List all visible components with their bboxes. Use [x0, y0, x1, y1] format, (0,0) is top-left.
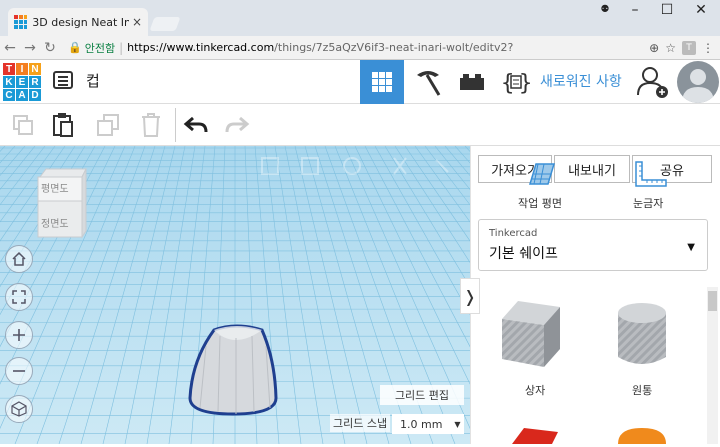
browser-tab[interactable]: 3D design Neat Inari-W × [8, 8, 148, 36]
whats-new-link[interactable]: 새로워진 사항 [540, 71, 622, 91]
edit-grid-button[interactable]: 그리드 편집 [380, 385, 464, 405]
profile-icon[interactable]: ⚉ [590, 4, 620, 15]
right-panel [470, 146, 720, 444]
duplicate-button[interactable] [95, 112, 121, 138]
copy-button[interactable] [10, 112, 36, 138]
zoom-icon[interactable]: ⊕ [649, 41, 659, 55]
tab-title: 3D design Neat Inari-W [32, 15, 129, 29]
design-title[interactable]: 컵 [86, 70, 100, 91]
ruler-label: 눈금자 [633, 197, 664, 210]
menu-dots-icon[interactable]: ⋮ [702, 41, 714, 55]
home-icon [12, 251, 26, 266]
logo-letter: E [16, 76, 28, 88]
lock-icon: 🔒 [68, 41, 82, 54]
back-icon[interactable]: ← [0, 40, 20, 56]
logo-letter: D [29, 89, 41, 101]
logo-letter: A [16, 89, 28, 101]
reload-icon[interactable]: ↻ [40, 40, 60, 56]
forward-icon[interactable]: → [20, 40, 40, 56]
logo-letter: K [3, 76, 15, 88]
plus-icon [13, 329, 25, 341]
shape-library-select[interactable]: Tinkercad 기본 쉐이프 ▼ [478, 219, 708, 271]
zoom-in-button[interactable] [5, 321, 33, 349]
toolbar-divider [175, 108, 176, 142]
logo-letter: I [16, 63, 28, 75]
secure-label: 안전함 [84, 41, 116, 55]
redo-button[interactable] [224, 112, 250, 138]
view-cube[interactable]: 평면도 정면도 [36, 165, 88, 239]
export-button[interactable]: 내보내기 [554, 155, 630, 183]
delete-button[interactable] [138, 112, 164, 138]
view-cube-front-label[interactable]: 정면도 [41, 215, 69, 230]
address-bar[interactable]: https://www.tinkercad.com/things/7z5aQzV… [127, 41, 649, 54]
shape-box[interactable] [498, 297, 564, 372]
ruler-tool-icon[interactable] [634, 158, 668, 191]
logo-letter: R [29, 76, 41, 88]
shape-cylinder[interactable] [612, 299, 672, 374]
fit-view-icon [12, 290, 26, 304]
perspective-button[interactable] [5, 395, 33, 423]
tinkercad-logo[interactable]: TIN KER CAD [3, 63, 41, 101]
extension-icon[interactable]: T [682, 40, 696, 55]
panel-scrollbar-thumb[interactable] [708, 291, 717, 311]
shape-cylinder-label: 원통 [632, 384, 653, 397]
logo-letter: T [3, 63, 15, 75]
url-host: https://www.tinkercad.com [127, 41, 275, 54]
maximize-button[interactable]: ☐ [652, 2, 682, 18]
minus-icon [13, 370, 25, 372]
workplane-tool-icon[interactable] [526, 160, 556, 191]
tab-close-icon[interactable]: × [132, 15, 142, 29]
tinkercad-favicon-icon [14, 15, 28, 29]
view-cube-top-label[interactable]: 평면도 [41, 180, 69, 195]
trash-icon [142, 113, 160, 137]
logo-letter: N [29, 63, 41, 75]
library-source: Tinkercad [489, 228, 538, 239]
undo-button[interactable] [183, 112, 209, 138]
shape-box-label: 상자 [525, 384, 546, 397]
caret-down-icon: ▼ [687, 242, 695, 253]
paste-button[interactable] [50, 112, 76, 138]
snap-grid-value: 1.0 mm [400, 417, 443, 431]
code-blocks-icon: { } [501, 71, 532, 96]
svg-text:{: { [501, 71, 514, 96]
bricks-button[interactable] [450, 60, 494, 104]
box-icon [502, 301, 560, 367]
collapse-panel-button[interactable]: ❭ [460, 278, 480, 314]
user-avatar-icon [682, 69, 714, 103]
chevron-right-icon: ❭ [463, 286, 477, 306]
url-path: /things/7z5aQzV6if3-neat-inari-wolt/edit… [274, 41, 514, 54]
build-pickaxe-button[interactable] [406, 60, 450, 104]
snap-grid-label: 그리드 스냅 [330, 414, 391, 432]
design-menu-icon[interactable] [53, 71, 73, 89]
clipboard-icon [53, 113, 73, 137]
bookmark-star-icon[interactable]: ☆ [665, 41, 676, 55]
copy-icon [13, 115, 33, 135]
minimize-button[interactable]: – [620, 2, 650, 18]
chevron-down-icon: ▼ [454, 419, 461, 429]
codeblocks-button[interactable]: { } [494, 60, 538, 104]
brick-icon [460, 74, 484, 90]
duplicate-icon [97, 114, 119, 136]
snap-grid-select[interactable]: 1.0 mm ▼ [392, 414, 464, 434]
redo-icon [225, 116, 250, 133]
undo-icon [183, 116, 208, 133]
pickaxe-icon [417, 71, 441, 96]
cylinder-icon [618, 303, 666, 364]
zoom-out-button[interactable] [5, 357, 33, 385]
avatar[interactable] [677, 61, 719, 103]
separator: | [119, 40, 124, 55]
workplane-label: 작업 평면 [518, 197, 562, 210]
fit-view-button[interactable] [5, 283, 33, 311]
cube-perspective-icon [11, 401, 27, 417]
new-tab-button[interactable] [149, 17, 181, 31]
grid-icon [372, 72, 392, 92]
add-user-icon[interactable] [636, 65, 670, 99]
logo-letter: C [3, 89, 15, 101]
library-name: 기본 쉐이프 [489, 246, 558, 262]
3d-view-button[interactable] [360, 60, 404, 104]
browser-toolbar: ← → ↻ 🔒 안전함 | https://www.tinkercad.com/… [0, 36, 720, 60]
close-window-button[interactable]: ✕ [686, 2, 716, 18]
home-view-button[interactable] [5, 245, 33, 273]
